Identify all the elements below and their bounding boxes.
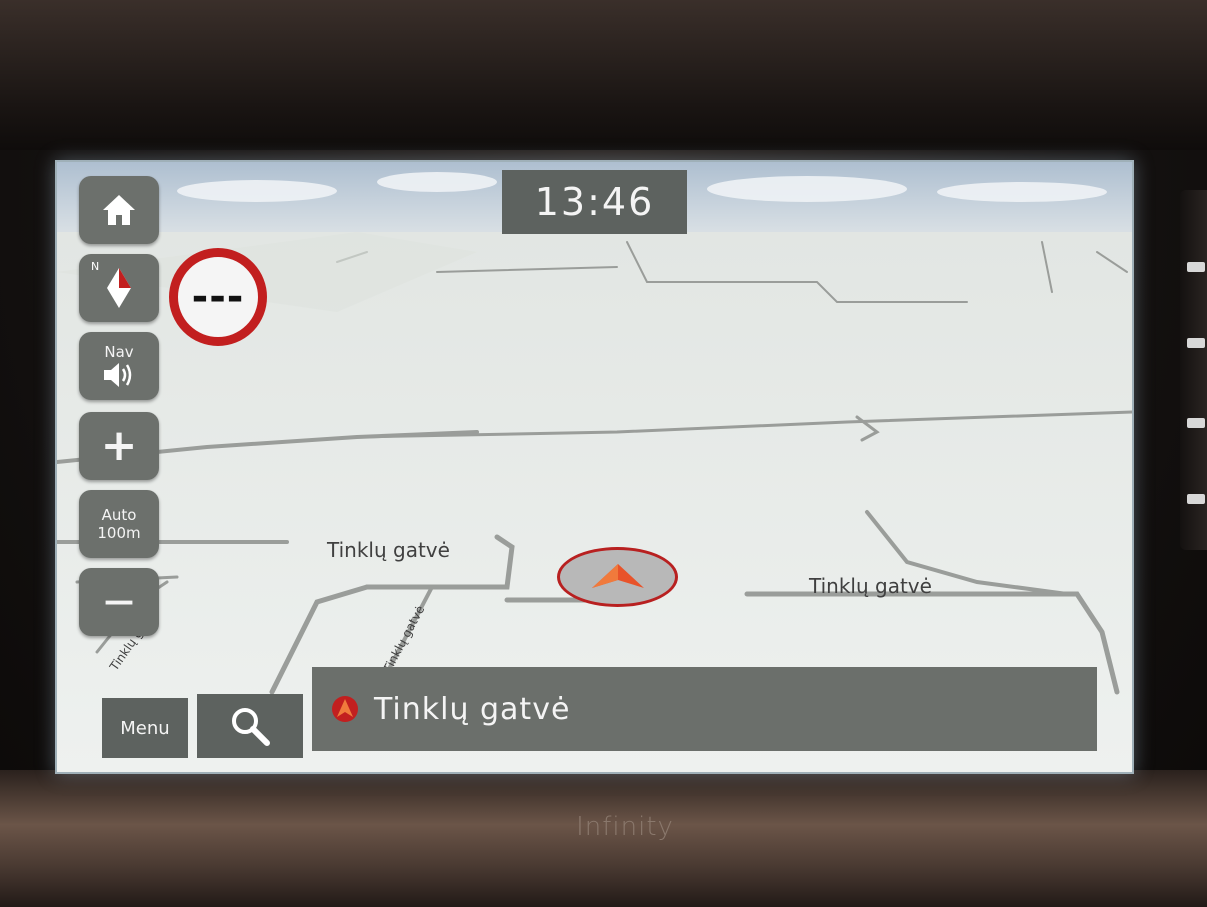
zoom-in-button[interactable]: + xyxy=(79,412,159,480)
navigation-screen: Tinklų gatvė Tinklų gatvė Tinklų gatvė T… xyxy=(55,160,1134,774)
speed-limit-sign: --- xyxy=(169,248,267,346)
speaker-icon xyxy=(104,363,132,387)
menu-label: Menu xyxy=(120,717,170,739)
hardware-button[interactable] xyxy=(1187,262,1205,272)
position-icon xyxy=(332,696,358,722)
hardware-button[interactable] xyxy=(1187,418,1205,428)
nav-volume-label: Nav xyxy=(104,343,134,361)
hardware-button[interactable] xyxy=(1187,494,1205,504)
brand-logo: Infinity xyxy=(576,812,674,842)
scale-value: 100m xyxy=(97,524,141,542)
scale-button[interactable]: Auto 100m xyxy=(79,490,159,558)
speed-limit-value: --- xyxy=(191,274,245,320)
search-button[interactable] xyxy=(197,694,303,758)
current-street-name: Tinklų gatvė xyxy=(374,691,571,727)
hardware-button[interactable] xyxy=(1187,338,1205,348)
street-label: Tinklų gatvė xyxy=(327,538,450,562)
compass-north-label: N xyxy=(91,260,100,273)
vehicle-arrow-icon xyxy=(591,564,644,588)
scale-mode-label: Auto xyxy=(101,506,137,524)
zoom-out-label: — xyxy=(104,584,134,619)
search-icon xyxy=(232,708,270,746)
bezel-top xyxy=(0,0,1207,150)
compass-icon xyxy=(107,268,131,308)
vehicle-position-marker xyxy=(557,547,678,607)
current-street-bar[interactable]: Tinklų gatvė xyxy=(312,667,1097,751)
menu-button[interactable]: Menu xyxy=(102,698,188,758)
clock: 13:46 xyxy=(502,170,687,234)
zoom-in-label: + xyxy=(100,420,138,471)
home-icon xyxy=(103,195,135,225)
street-label: Tinklų gatvė xyxy=(809,574,932,598)
nav-volume-button[interactable]: Nav xyxy=(79,332,159,400)
zoom-out-button[interactable]: — xyxy=(79,568,159,636)
home-button[interactable] xyxy=(79,176,159,244)
compass-button[interactable]: N xyxy=(79,254,159,322)
